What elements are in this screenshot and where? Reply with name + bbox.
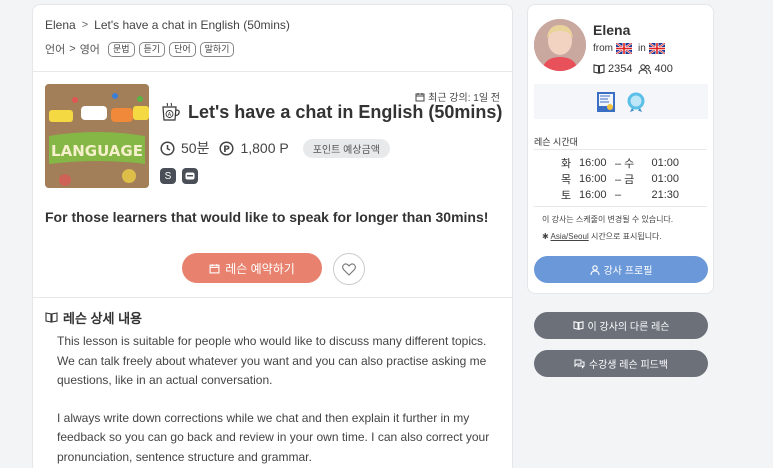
category-child[interactable]: 영어 <box>80 41 100 57</box>
lesson-duration: 50분 <box>181 140 210 156</box>
lesson-headline: For those learners that would like to sp… <box>45 209 489 225</box>
tag-grammar[interactable]: 문법 <box>107 41 135 57</box>
teacher-avatar[interactable] <box>534 19 586 71</box>
price-estimate-pill: 포인트 예상금액 <box>302 138 390 158</box>
book-lesson-button[interactable]: 레슨 예약하기 <box>182 253 322 283</box>
tag-vocabulary[interactable]: 단어 <box>169 41 196 57</box>
skype-icon: S <box>160 168 176 184</box>
teacher-profile-label: 강사 프로필 <box>603 266 653 277</box>
schedule-end: 01:00 <box>651 157 679 169</box>
schedule-row: 토 16:00 – 21:30 <box>561 187 679 203</box>
schedule-heading: 레슨 시간대 <box>534 137 578 147</box>
lesson-description: This lesson is suitable for people who w… <box>57 332 497 467</box>
other-lessons-button[interactable]: 이 강사의 다른 레슨 <box>534 312 708 339</box>
teacher-profile-button[interactable]: 강사 프로필 <box>534 256 708 283</box>
lesson-price: 1,800 P <box>240 140 289 156</box>
divider <box>33 71 512 72</box>
lesson-meta: 50분 P 1,800 P 포인트 예상금액 <box>160 138 390 158</box>
chevron-right-icon: > <box>81 19 89 31</box>
schedule-start: 16:00 <box>579 173 607 185</box>
user-icon <box>590 264 600 275</box>
schedule-start: 16:00 <box>579 189 607 201</box>
schedule-row: 목 16:00 – 금 01:00 <box>561 171 679 187</box>
lesson-title: Let's have a chat in English (50mins) <box>188 101 503 122</box>
schedule-end: 01:00 <box>651 173 679 185</box>
teacher-badges <box>534 84 708 119</box>
breadcrumb-lesson: Let's have a chat in English (50mins) <box>94 18 290 32</box>
platforms: S <box>160 168 198 184</box>
points-icon: P <box>219 140 235 156</box>
schedule-separator: – 금 <box>615 174 635 186</box>
schedule-table: 화 16:00 – 수 01:00 목 16:00 – 금 01:00 토 16… <box>561 155 679 203</box>
coffee-cup-icon: A <box>162 102 180 121</box>
svg-text:A: A <box>168 112 172 118</box>
schedule-separator: – 수 <box>615 158 635 170</box>
chat-bubbles-icon <box>574 359 585 369</box>
breadcrumb: Elena > Let's have a chat in English (50… <box>45 18 290 32</box>
uk-flag-icon <box>616 43 632 54</box>
tag-listening[interactable]: 듣기 <box>138 41 166 57</box>
timezone-note: ✱ Asia/Seoul 시간으로 표시됩니다. <box>542 232 662 241</box>
category-row: 언어 > 영어 문법 듣기 단어 말하기 <box>45 41 235 57</box>
divider <box>33 297 512 298</box>
uk-flag-icon <box>648 43 665 54</box>
other-lessons-label: 이 강사의 다른 레슨 <box>587 322 670 333</box>
chevron-right-icon: > <box>69 43 76 55</box>
certificate-badge-icon <box>597 91 615 112</box>
award-badge-icon <box>627 92 645 112</box>
schedule-notes: 이 강사는 스케줄이 변경될 수 있습니다. ✱ Asia/Seoul 시간으로… <box>542 211 673 245</box>
schedule-day: 토 <box>561 190 572 202</box>
schedule-day: 목 <box>561 174 572 186</box>
book-icon <box>593 64 605 74</box>
description-paragraph: I always write down corrections while we… <box>57 410 490 464</box>
schedule-day: 화 <box>561 158 572 170</box>
teacher-origin: from in <box>593 43 665 54</box>
student-feedback-button[interactable]: 수강생 레슨 피드백 <box>534 350 708 377</box>
calendar-icon <box>415 92 425 101</box>
student-feedback-label: 수강생 레슨 피드백 <box>588 360 669 371</box>
users-icon <box>638 64 652 74</box>
schedule-note: 이 강사는 스케줄이 변경될 수 있습니다. <box>542 215 674 224</box>
teacher-card: Elena from in 2354 400 레슨 시간대 화 16:00 – … <box>527 4 714 294</box>
in-label: in <box>638 43 646 54</box>
book-icon <box>45 312 58 323</box>
book-lesson-label: 레슨 예약하기 <box>225 261 295 276</box>
category-parent[interactable]: 언어 <box>45 41 65 57</box>
book-icon <box>572 321 584 330</box>
divider <box>534 206 707 207</box>
calendar-icon <box>209 263 220 273</box>
schedule-separator: – <box>615 189 622 201</box>
schedule-start: 16:00 <box>579 157 607 169</box>
video-call-icon <box>182 168 198 184</box>
description-paragraph: This lesson is suitable for people who w… <box>57 334 487 387</box>
schedule-row: 화 16:00 – 수 01:00 <box>561 155 679 171</box>
lesson-title-row: A Let's have a chat in English (50mins) <box>160 101 502 123</box>
heart-icon <box>342 262 356 276</box>
student-count: 400 <box>654 63 673 75</box>
from-label: from <box>593 43 613 54</box>
lesson-count: 2354 <box>608 63 633 75</box>
lesson-card: Elena > Let's have a chat in English (50… <box>32 4 513 468</box>
timezone-note-text: 시간으로 표시됩니다. <box>588 232 662 241</box>
divider <box>534 149 707 150</box>
teacher-name: Elena <box>593 22 631 38</box>
tag-speaking[interactable]: 말하기 <box>199 41 235 57</box>
schedule-end: 21:30 <box>651 189 679 201</box>
detail-heading-text: 레슨 상세 내용 <box>63 311 142 326</box>
timezone-link[interactable]: Asia/Seoul <box>550 232 588 241</box>
thumbnail-word: LANGUAGE <box>51 142 143 160</box>
lesson-detail-heading: 레슨 상세 내용 <box>45 308 142 327</box>
clock-icon <box>160 140 175 156</box>
lesson-thumbnail: LANGUAGE <box>45 84 149 188</box>
favorite-button[interactable] <box>333 253 365 285</box>
svg-text:P: P <box>224 145 231 155</box>
breadcrumb-teacher[interactable]: Elena <box>45 18 76 32</box>
teacher-stats: 2354 400 <box>593 63 673 75</box>
